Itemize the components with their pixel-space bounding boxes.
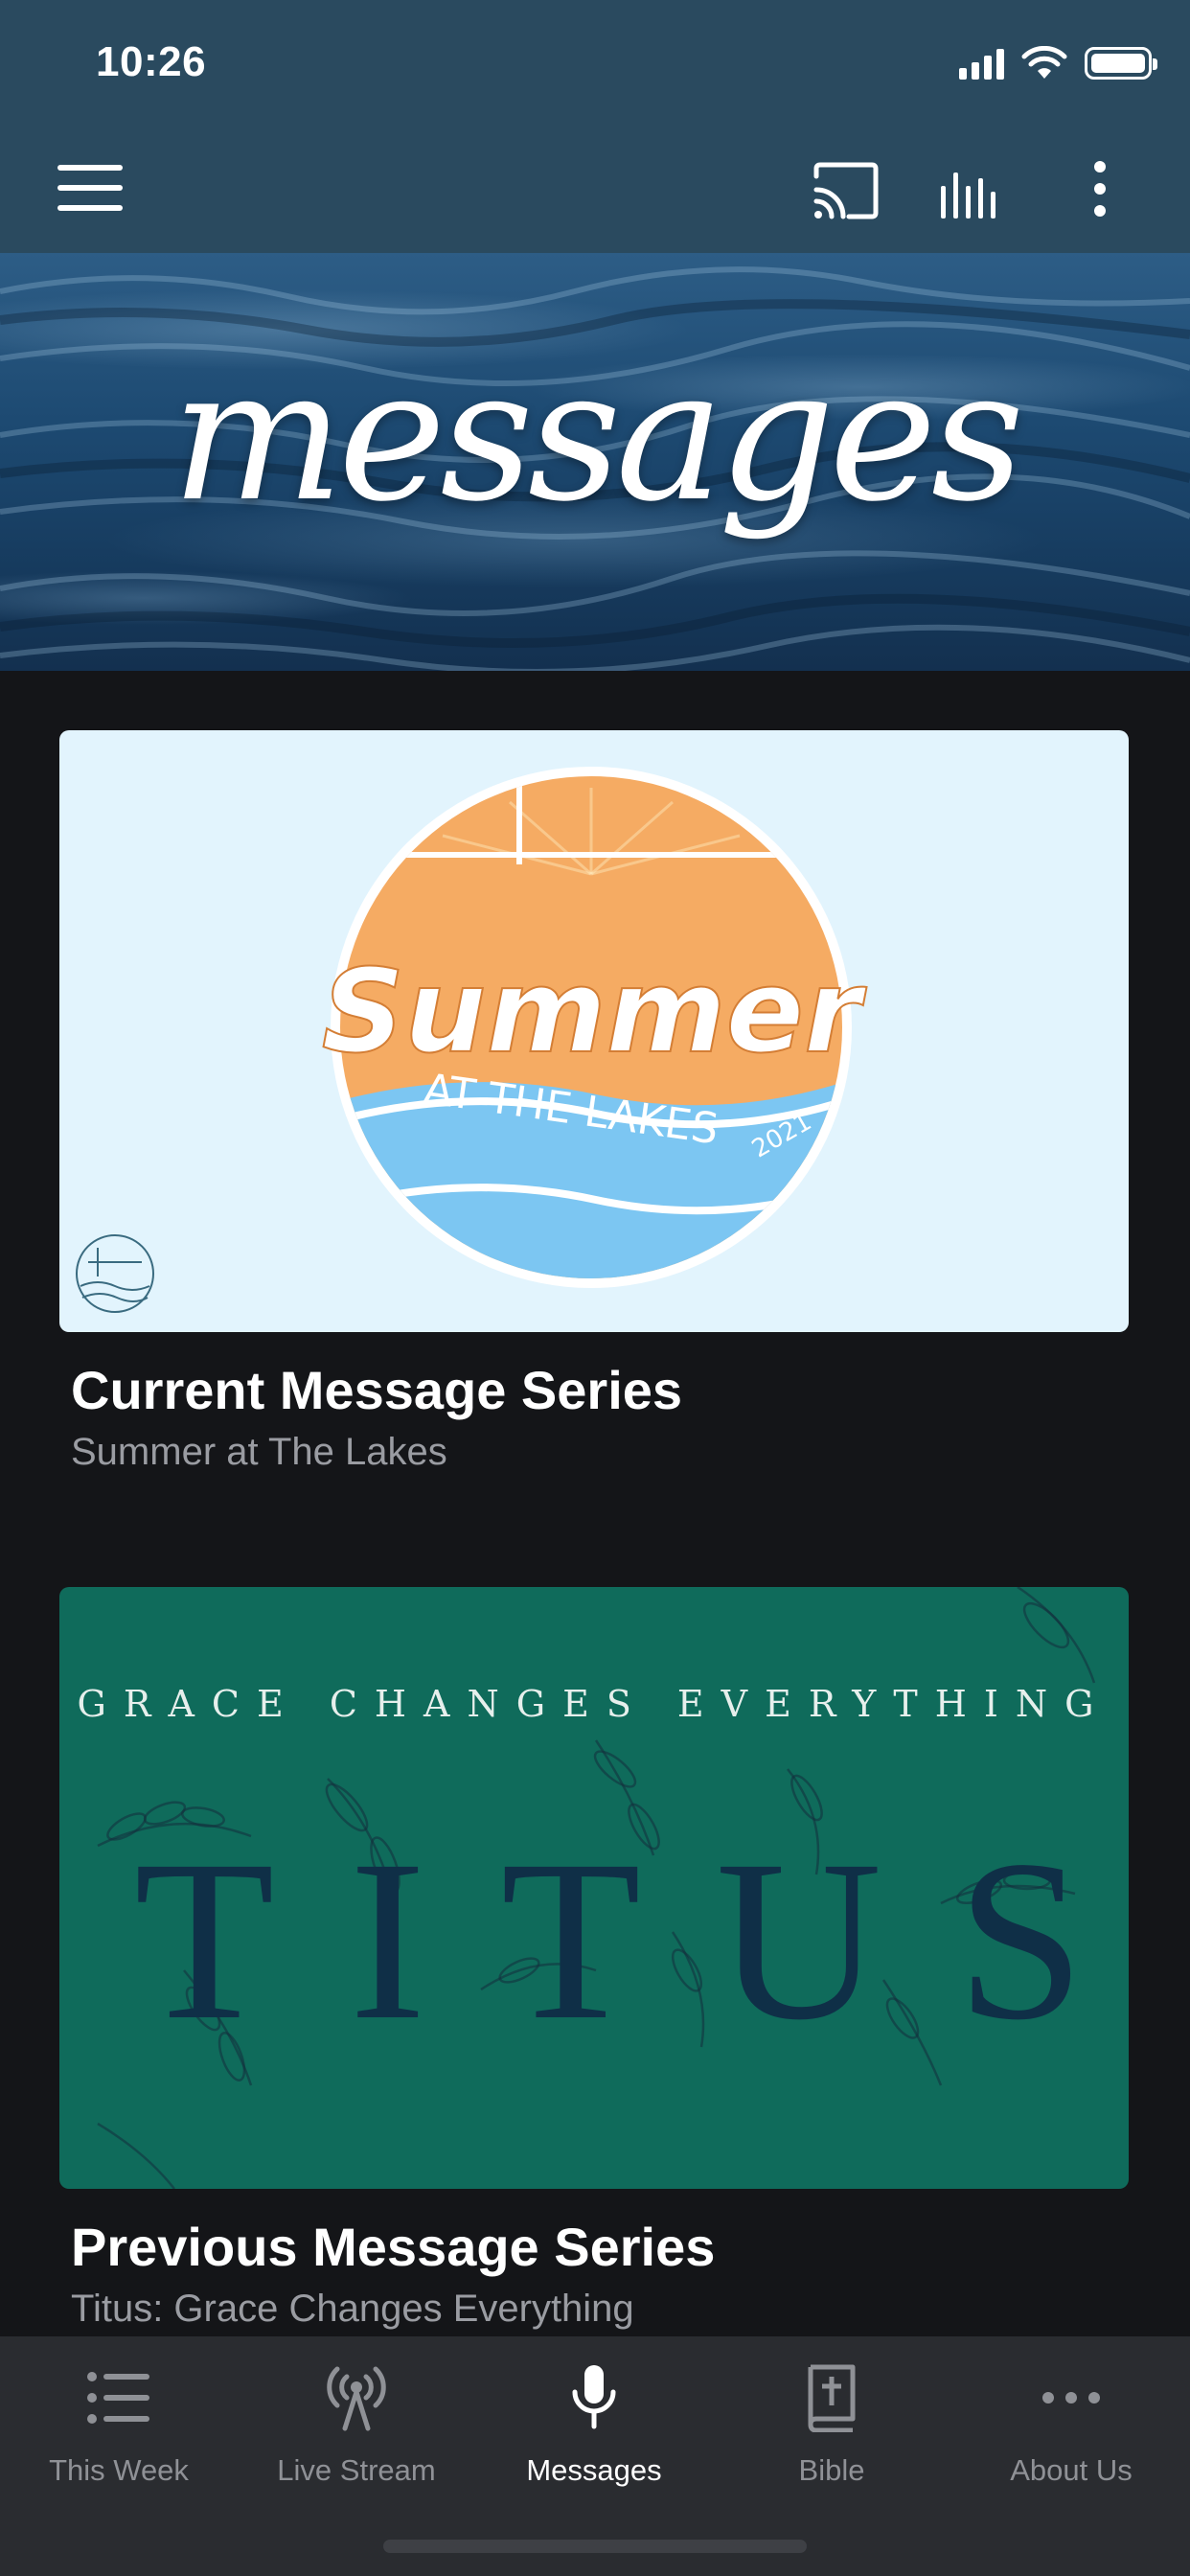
tab-bible[interactable]: Bible xyxy=(713,2336,950,2528)
summer-series-artwork: Summer AT THE LAKES 2021 xyxy=(59,730,1129,1332)
card-subtitle: Summer at The Lakes xyxy=(71,1431,447,1473)
tab-label: About Us xyxy=(1010,2453,1133,2487)
broadcast-icon xyxy=(327,2366,386,2431)
status-icons xyxy=(959,46,1157,80)
summer-artwork-word: Summer xyxy=(322,946,867,1079)
card-subtitle: Titus: Grace Changes Everything xyxy=(71,2288,634,2330)
list-icon xyxy=(87,2372,149,2424)
card-title: Current Message Series xyxy=(71,1360,683,1420)
cast-icon[interactable] xyxy=(811,157,880,226)
church-logo-icon xyxy=(76,1234,154,1313)
current-series-card[interactable]: Summer AT THE LAKES 2021 Current Message… xyxy=(59,730,1129,1474)
tab-this-week[interactable]: This Week xyxy=(0,2336,238,2528)
cellular-signal-icon xyxy=(959,47,1004,80)
tab-label: Messages xyxy=(526,2453,662,2487)
titus-series-artwork: GRACE CHANGES EVERYTHING TITUS xyxy=(59,1587,1129,2189)
tab-label: Bible xyxy=(798,2453,865,2487)
hero-banner: messages xyxy=(0,253,1190,671)
tab-messages[interactable]: Messages xyxy=(475,2336,713,2528)
hero-title: messages xyxy=(171,330,1024,541)
card-title: Previous Message Series xyxy=(71,2217,716,2277)
tab-about-us[interactable]: About Us xyxy=(952,2336,1190,2528)
home-indicator xyxy=(383,2540,807,2553)
microphone-icon xyxy=(572,2365,616,2429)
battery-icon xyxy=(1085,47,1157,80)
tab-live-stream[interactable]: Live Stream xyxy=(238,2336,475,2528)
ellipsis-icon xyxy=(1042,2392,1100,2404)
audio-bars-icon[interactable] xyxy=(937,157,1006,226)
more-vertical-icon[interactable] xyxy=(1065,157,1134,226)
status-time: 10:26 xyxy=(96,38,207,85)
titus-artwork-word: TITUS xyxy=(134,1812,1129,2067)
top-bar: 10:26 xyxy=(0,0,1190,253)
wifi-icon xyxy=(1021,46,1067,79)
menu-button[interactable] xyxy=(57,165,123,211)
tab-label: Live Stream xyxy=(277,2453,436,2487)
previous-series-card[interactable]: GRACE CHANGES EVERYTHING TITUS Previous … xyxy=(59,1587,1129,2331)
titus-artwork-kicker: GRACE CHANGES EVERYTHING xyxy=(77,1683,1111,1725)
bible-icon xyxy=(808,2364,856,2432)
tab-label: This Week xyxy=(49,2453,189,2487)
